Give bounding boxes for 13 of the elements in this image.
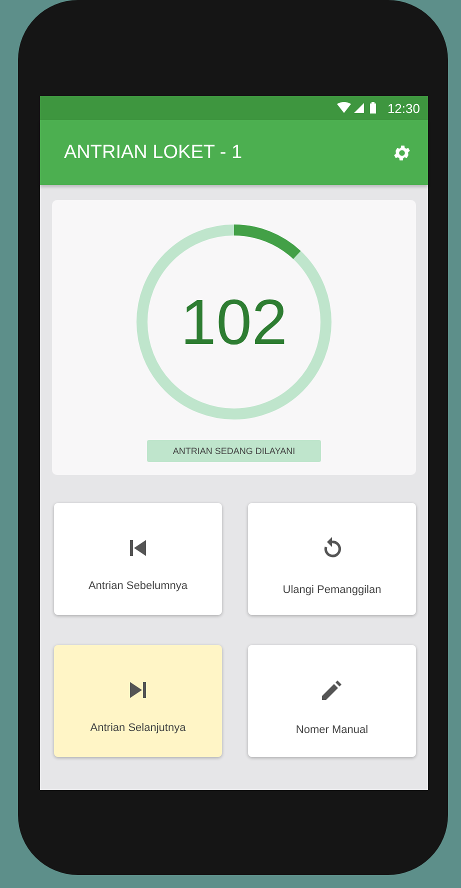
queue-number: 102 [180,285,288,359]
app-title: ANTRIAN LOKET - 1 [64,142,242,164]
replay-icon [322,536,342,560]
pencil-icon [322,680,342,700]
skip-previous-icon [130,540,146,556]
settings-icon[interactable] [392,142,412,162]
status-time: 12:30 [387,100,420,116]
status-label: ANTRIAN SEDANG DILAYANI [146,440,322,462]
skip-next-icon [130,682,146,698]
action-button[interactable]: Nomer Manual [248,645,416,757]
action-button[interactable]: Ulangi Pemanggilan [248,503,416,615]
action-button[interactable]: Antrian Selanjutnya [54,645,222,757]
action-button[interactable]: Antrian Sebelumnya [54,503,222,615]
